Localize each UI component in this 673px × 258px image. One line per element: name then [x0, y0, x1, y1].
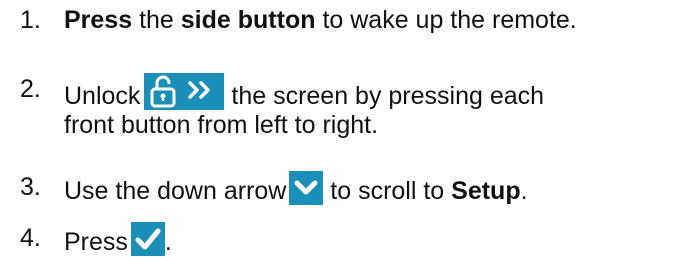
- step-number: 3.: [20, 173, 41, 201]
- step-text: front button from left to right.: [64, 111, 379, 139]
- text-fragment: .: [520, 177, 528, 205]
- text-fragment: .: [164, 228, 172, 256]
- step-number: 1.: [20, 6, 41, 34]
- bold-side-button: side button: [180, 6, 316, 34]
- step-text: Unlock the screen by pressing each: [64, 73, 544, 112]
- text-fragment: Press: [64, 228, 128, 256]
- bold-setup: Setup: [451, 177, 521, 205]
- step-number: 4.: [20, 224, 41, 252]
- text-fragment: the: [132, 6, 181, 34]
- chevron-down-icon: [289, 171, 324, 205]
- step-text: Press the side button to wake up the rem…: [64, 4, 577, 36]
- step-number: 2.: [20, 75, 41, 103]
- text-fragment: to wake up the remote.: [315, 6, 577, 34]
- unlock-forward-icon: [144, 73, 225, 110]
- bold-press: Press: [64, 6, 133, 34]
- step-text: Use the down arrow to scroll to Setup.: [64, 171, 528, 207]
- text-fragment: Unlock: [64, 82, 141, 110]
- checkmark-icon: [130, 222, 165, 256]
- step-text: Press .: [64, 222, 172, 258]
- text-fragment: the screen by pressing each: [224, 82, 545, 110]
- text-fragment: to scroll to: [323, 177, 452, 205]
- text-fragment: Use the down arrow: [64, 177, 287, 205]
